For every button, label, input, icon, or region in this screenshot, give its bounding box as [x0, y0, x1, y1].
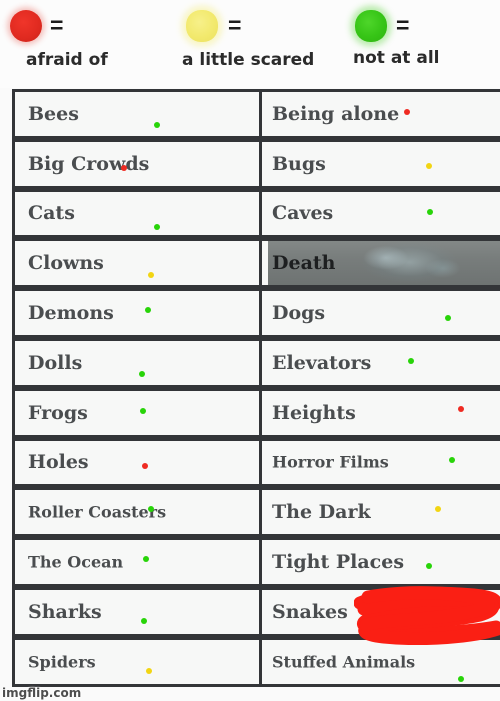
table-cell[interactable]: Tight Places [262, 537, 500, 587]
cell-label: Elevators [272, 351, 372, 374]
table-cell[interactable]: Dogs [262, 288, 500, 338]
yellow-dot-icon [146, 667, 152, 674]
cell-label: Clowns [28, 252, 104, 275]
table-cell[interactable]: Spiders [12, 636, 262, 687]
imgflip-watermark: imgflip.com [2, 686, 82, 700]
table-cell[interactable]: Big Crowds [12, 138, 262, 189]
table-cell[interactable]: The Ocean [12, 537, 262, 587]
table-row: Dolls Elevators [12, 338, 500, 388]
green-dot-icon [445, 315, 451, 322]
table-row: Demons Dogs [12, 288, 500, 338]
table-cell[interactable]: Being alone [262, 89, 500, 139]
cell-label: Roller Coasters [28, 502, 167, 522]
cell-label: Frogs [28, 401, 88, 424]
table-cell[interactable]: Frogs [12, 387, 262, 438]
table-cell[interactable]: Stuffed Animals [262, 636, 500, 687]
legend-label: not at all [353, 48, 440, 68]
table-row: Frogs Heights [12, 387, 500, 438]
cell-label: Bugs [272, 152, 326, 175]
green-dot-icon [145, 307, 151, 314]
table-cell[interactable]: Bugs [262, 138, 500, 189]
table-cell[interactable]: Roller Coasters [12, 487, 262, 538]
cell-label: Demons [28, 302, 114, 325]
green-circle-icon [355, 10, 387, 42]
red-circle-icon [10, 10, 42, 42]
table-row: Bees Being alone [12, 89, 500, 139]
table-cell[interactable]: Clowns [12, 238, 262, 289]
cell-label: Bees [28, 102, 79, 125]
table-cell[interactable]: Heights [262, 387, 500, 438]
cell-label: Stuffed Animals [272, 652, 416, 672]
green-dot-icon [154, 223, 160, 230]
cell-label: Holes [28, 451, 89, 474]
table-row: Big Crowds Bugs [12, 138, 500, 189]
table-row: Spiders Stuffed Animals [12, 636, 500, 687]
cell-label: Dolls [28, 351, 83, 374]
table-cell[interactable]: Sharks [12, 587, 262, 637]
cell-label: Death [272, 252, 336, 275]
legend-label: a little scared [182, 50, 315, 70]
green-dot-icon [141, 618, 147, 624]
table-cell[interactable]: Dolls [12, 338, 262, 388]
cell-label: The Ocean [28, 552, 124, 572]
table-cell[interactable]: The Dark [262, 487, 500, 538]
cell-label: Dogs [272, 302, 326, 325]
legend: = afraid of = a little scared = not at all [0, 0, 500, 88]
yellow-dot-icon [435, 506, 441, 513]
green-dot-icon [408, 358, 414, 364]
red-dot-icon [458, 405, 464, 412]
cell-label: Heights [272, 401, 356, 424]
table-row: Clowns Death [12, 238, 500, 289]
green-dot-icon [449, 456, 455, 463]
table-cell[interactable]: Holes [12, 437, 262, 488]
cell-label: Snakes [272, 600, 348, 623]
equals-sign: = [396, 12, 409, 38]
yellow-circle-icon [186, 10, 218, 42]
red-dot-icon [404, 109, 410, 115]
cell-label: Caves [272, 202, 334, 225]
green-dot-icon [458, 675, 464, 682]
table-cell[interactable]: Bees [12, 89, 262, 139]
equals-sign: = [50, 12, 63, 38]
table-cell[interactable]: Snakes [262, 586, 500, 645]
table-row: Holes Horror Films [12, 437, 500, 488]
cell-label: Big Crowds [28, 152, 150, 175]
table-cell[interactable]: Death [262, 238, 500, 289]
cell-label: Sharks [28, 600, 102, 623]
yellow-dot-icon [148, 272, 154, 279]
table-cell[interactable]: Cats [12, 188, 262, 239]
table-cell[interactable]: Caves [262, 188, 500, 239]
cell-edge-strip [262, 241, 268, 286]
green-dot-icon [427, 208, 433, 215]
yellow-dot-icon [426, 162, 432, 169]
red-dot-icon [142, 462, 148, 469]
green-dot-icon [140, 407, 146, 414]
green-dot-icon [143, 556, 149, 563]
table-row: Cats Caves [12, 188, 500, 239]
legend-label: afraid of [26, 50, 108, 70]
table-row: Sharks Snakes [12, 586, 500, 645]
cell-label: Spiders [28, 652, 96, 672]
cell-label: Being alone [272, 102, 400, 125]
fears-table: Bees Being alone Big Crowds Bugs Cats Caves Cl… [12, 89, 500, 687]
equals-sign: = [228, 12, 241, 38]
table-cell[interactable]: Horror Films [262, 437, 500, 488]
meme-image: = afraid of = a little scared = not at all Be… [0, 0, 500, 701]
cell-label: Horror Films [272, 452, 389, 472]
cell-label: Tight Places [272, 551, 405, 574]
green-dot-icon [154, 122, 160, 128]
red-dot-icon [121, 164, 127, 171]
cell-label: Cats [28, 202, 75, 225]
cell-label: The Dark [272, 501, 371, 524]
table-row: The Ocean Tight Places [12, 537, 500, 587]
table-row: Roller Coasters The Dark [12, 487, 500, 538]
table-cell[interactable]: Elevators [262, 338, 500, 388]
table-cell[interactable]: Demons [12, 288, 262, 338]
red-scribble-icon [354, 586, 500, 645]
green-dot-icon [139, 371, 145, 377]
green-dot-icon [426, 563, 432, 570]
